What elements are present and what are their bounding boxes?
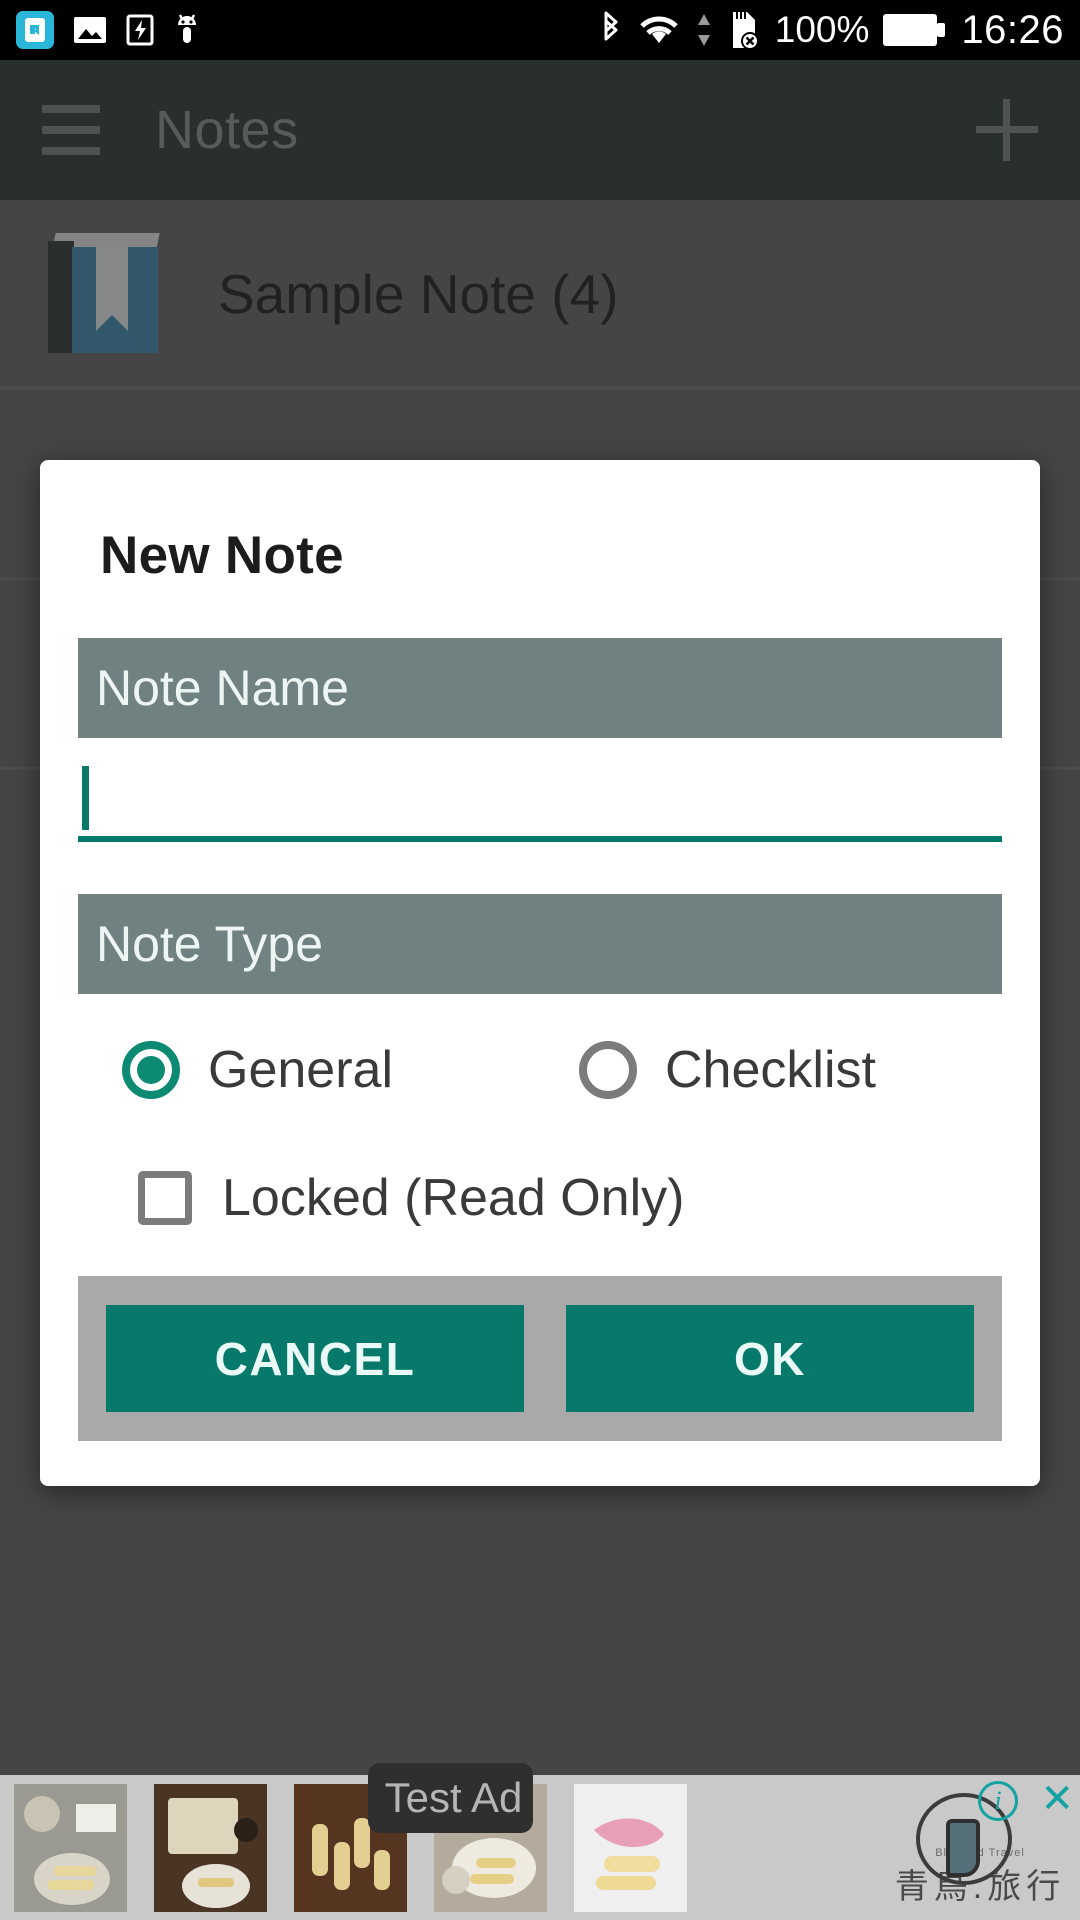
- radio-option-general[interactable]: General: [122, 1040, 393, 1100]
- status-bar-right-icons: 100% 16:26: [599, 8, 1064, 53]
- note-name-section-label: Note Name: [96, 660, 349, 716]
- ad-test-badge: Test Ad: [368, 1763, 533, 1833]
- dialog-title: New Note: [100, 526, 344, 585]
- radio-unselected-icon: [579, 1041, 637, 1099]
- note-type-section-label: Note Type: [96, 916, 324, 972]
- battery-charging-icon: [126, 13, 154, 47]
- locked-checkbox-label: Locked (Read Only): [222, 1169, 685, 1227]
- radio-option-checklist[interactable]: Checklist: [579, 1040, 876, 1100]
- ad-image: [154, 1783, 267, 1912]
- ad-image: [14, 1783, 127, 1912]
- battery-percent-label: 100%: [774, 9, 870, 50]
- locked-checkbox-row[interactable]: Locked (Read Only): [40, 1168, 1040, 1228]
- data-arrows-icon: [695, 12, 713, 48]
- ad-advertiser-logo[interactable]: i ✕ BlueBird Travel 青鳥.旅行: [880, 1775, 1080, 1920]
- dialog-button-bar: CANCEL OK: [78, 1276, 1002, 1441]
- note-name-input[interactable]: [78, 756, 1002, 842]
- info-icon[interactable]: i: [978, 1781, 1018, 1821]
- new-note-dialog: New Note Note Name Note Type General Che…: [40, 460, 1040, 1486]
- logo-leaf-shape: [946, 1819, 980, 1877]
- ad-image-strip[interactable]: [0, 1782, 687, 1914]
- status-bar: 100% 16:26: [0, 0, 1080, 60]
- note-name-input-wrap: [78, 738, 1002, 842]
- status-bar-left-icons: [16, 11, 202, 49]
- ad-banner[interactable]: Test Ad i ✕ BlueBird Travel 青鳥.旅行: [0, 1763, 1080, 1920]
- bluetooth-icon: [599, 11, 623, 49]
- radio-label-checklist: Checklist: [665, 1041, 876, 1099]
- note-type-section-header: Note Type: [78, 894, 1002, 994]
- note-type-radio-group: General Checklist: [40, 1040, 1040, 1100]
- radio-selected-icon: [122, 1041, 180, 1099]
- clock-label: 16:26: [961, 7, 1064, 52]
- sdcard-removed-icon: [727, 10, 761, 50]
- checkbox-unchecked-icon[interactable]: [138, 1171, 192, 1225]
- ok-button[interactable]: OK: [566, 1305, 974, 1412]
- battery-icon: [883, 12, 947, 48]
- image-icon: [72, 14, 108, 46]
- wifi-icon: [637, 13, 681, 47]
- radio-label-general: General: [208, 1041, 393, 1099]
- close-icon[interactable]: ✕: [1040, 1779, 1074, 1819]
- text-cursor: [82, 766, 89, 830]
- android-debug-icon: [172, 11, 202, 49]
- ad-image: [574, 1783, 687, 1912]
- screen-cast-icon: [16, 11, 54, 49]
- screen-root: 100% 16:26 Notes Sample Note (4) New Not…: [0, 0, 1080, 1920]
- cancel-button[interactable]: CANCEL: [106, 1305, 524, 1412]
- note-name-section-header: Note Name: [78, 638, 1002, 738]
